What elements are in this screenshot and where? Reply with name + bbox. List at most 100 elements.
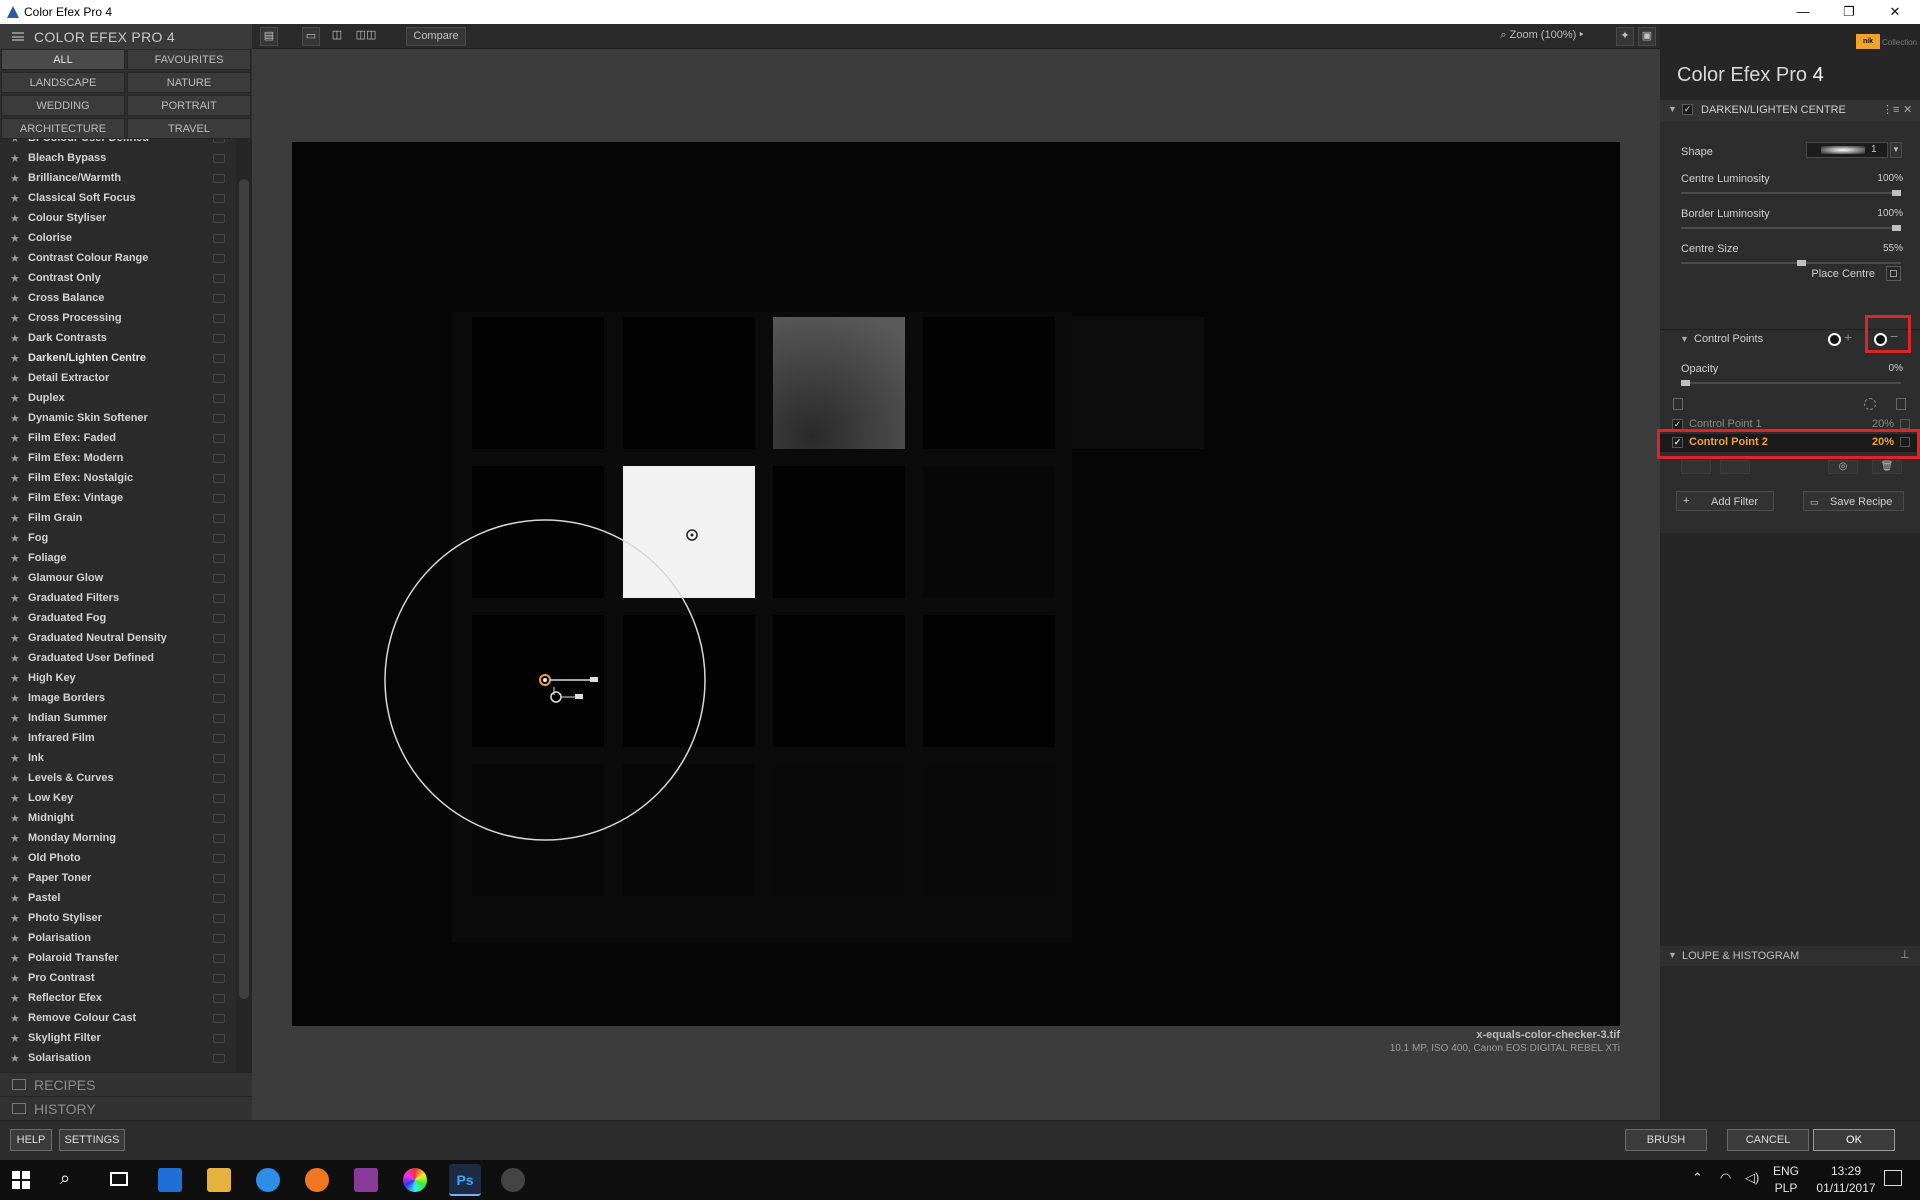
filter-preview-icon[interactable] bbox=[213, 634, 225, 643]
favourite-star-icon[interactable]: ★ bbox=[10, 812, 20, 825]
favourite-star-icon[interactable]: ★ bbox=[10, 372, 20, 385]
collapse-icon[interactable]: ▼ bbox=[1668, 104, 1677, 114]
favourite-star-icon[interactable]: ★ bbox=[10, 992, 20, 1005]
favourite-star-icon[interactable]: ★ bbox=[10, 1012, 20, 1025]
file-explorer-icon[interactable] bbox=[207, 1168, 231, 1192]
filter-item[interactable]: ★ Film Efex: Nostalgic bbox=[0, 469, 236, 489]
save-recipe-button[interactable]: ▭ Save Recipe bbox=[1803, 491, 1904, 511]
filter-preview-icon[interactable] bbox=[213, 1054, 225, 1063]
filter-preview-icon[interactable] bbox=[213, 354, 225, 363]
edge-icon[interactable] bbox=[158, 1168, 182, 1192]
shape-selector[interactable]: 1 bbox=[1806, 142, 1888, 158]
filter-preview-icon[interactable] bbox=[213, 314, 225, 323]
filter-preview-icon[interactable] bbox=[213, 714, 225, 723]
filter-preview-icon[interactable] bbox=[213, 974, 225, 983]
filter-preview-icon[interactable] bbox=[213, 994, 225, 1003]
filter-item[interactable]: ★ Cross Processing bbox=[0, 309, 236, 329]
param-slider[interactable] bbox=[1681, 262, 1901, 264]
filter-preview-icon[interactable] bbox=[213, 554, 225, 563]
filter-item[interactable]: ★ Graduated User Defined bbox=[0, 649, 236, 669]
loupe-histogram-header[interactable]: ▼ LOUPE & HISTOGRAM ⊥ bbox=[1660, 946, 1920, 966]
favourite-star-icon[interactable]: ★ bbox=[10, 632, 20, 645]
filter-item[interactable]: ★ Film Efex: Faded bbox=[0, 429, 236, 449]
filter-item[interactable]: ★ High Key bbox=[0, 669, 236, 689]
filter-preview-icon[interactable] bbox=[213, 139, 225, 143]
filter-item[interactable]: ★ Graduated Filters bbox=[0, 589, 236, 609]
filter-item[interactable]: ★ Graduated Fog bbox=[0, 609, 236, 629]
favourite-star-icon[interactable]: ★ bbox=[10, 472, 20, 485]
menu-icon[interactable] bbox=[12, 32, 24, 41]
filter-item[interactable]: ★ Detail Extractor bbox=[0, 369, 236, 389]
filter-item[interactable]: ★ Ink bbox=[0, 749, 236, 769]
toggle-browser-button[interactable]: ▤ bbox=[260, 27, 278, 46]
filter-item[interactable]: ★ Contrast Only bbox=[0, 269, 236, 289]
favourite-star-icon[interactable]: ★ bbox=[10, 232, 20, 245]
thunderbird-icon[interactable] bbox=[256, 1168, 280, 1192]
image-preview[interactable] bbox=[292, 142, 1620, 1026]
filter-item[interactable]: ★ Pro Contrast bbox=[0, 969, 236, 989]
single-view-icon[interactable]: ▭ bbox=[302, 27, 320, 46]
filter-item[interactable]: ★ Dark Contrasts bbox=[0, 329, 236, 349]
favourite-star-icon[interactable]: ★ bbox=[10, 872, 20, 885]
param-slider[interactable] bbox=[1681, 192, 1901, 194]
filter-preview-icon[interactable] bbox=[213, 374, 225, 383]
filter-item[interactable]: ★ Pastel bbox=[0, 889, 236, 909]
filter-item[interactable]: ★ Brilliance/Warmth bbox=[0, 169, 236, 189]
favourite-star-icon[interactable]: ★ bbox=[10, 152, 20, 165]
opacity-slider-thumb[interactable] bbox=[1681, 380, 1690, 386]
filter-item[interactable]: ★ Dynamic Skin Softener bbox=[0, 409, 236, 429]
favourite-star-icon[interactable]: ★ bbox=[10, 552, 20, 565]
favourite-star-icon[interactable]: ★ bbox=[10, 692, 20, 705]
remove-filter-icon[interactable]: ✕ bbox=[1903, 103, 1912, 116]
filter-item[interactable]: ★ Photo Styliser bbox=[0, 909, 236, 929]
shape-dropdown-icon[interactable]: ▼ bbox=[1890, 142, 1902, 158]
favourite-star-icon[interactable]: ★ bbox=[10, 139, 20, 145]
filter-item[interactable]: ★ Infrared Film bbox=[0, 729, 236, 749]
filter-preview-icon[interactable] bbox=[213, 614, 225, 623]
favourite-star-icon[interactable]: ★ bbox=[10, 312, 20, 325]
favourite-star-icon[interactable]: ★ bbox=[10, 852, 20, 865]
filter-item[interactable]: ★ Paper Toner bbox=[0, 869, 236, 889]
favourite-star-icon[interactable]: ★ bbox=[10, 432, 20, 445]
filter-preview-icon[interactable] bbox=[213, 474, 225, 483]
filter-preview-icon[interactable] bbox=[213, 494, 225, 503]
volume-icon[interactable]: ◁) bbox=[1745, 1170, 1759, 1186]
filter-preview-icon[interactable] bbox=[213, 414, 225, 423]
filter-preview-icon[interactable] bbox=[213, 954, 225, 963]
param-slider-thumb[interactable] bbox=[1797, 260, 1807, 266]
filter-preview-icon[interactable] bbox=[213, 274, 225, 283]
plus-icon[interactable]: + bbox=[1844, 329, 1852, 345]
favourite-star-icon[interactable]: ★ bbox=[10, 772, 20, 785]
filter-preview-icon[interactable] bbox=[213, 434, 225, 443]
filter-menu-icon[interactable]: ⋮≡ bbox=[1882, 103, 1899, 116]
filter-preview-icon[interactable] bbox=[213, 174, 225, 183]
favourite-star-icon[interactable]: ★ bbox=[10, 172, 20, 185]
filter-panel-header[interactable]: ▼ ✓ DARKEN/LIGHTEN CENTRE ⋮≡ ✕ bbox=[1660, 100, 1920, 121]
category-wedding[interactable]: WEDDING bbox=[1, 95, 125, 116]
favourite-star-icon[interactable]: ★ bbox=[10, 732, 20, 745]
filter-item[interactable]: ★ Midnight bbox=[0, 809, 236, 829]
filter-preview-icon[interactable] bbox=[213, 854, 225, 863]
search-icon[interactable]: ⌕ bbox=[60, 1168, 70, 1189]
param-slider-thumb[interactable] bbox=[1892, 225, 1901, 231]
favourite-star-icon[interactable]: ★ bbox=[10, 532, 20, 545]
favourite-star-icon[interactable]: ★ bbox=[10, 252, 20, 265]
favourite-star-icon[interactable]: ★ bbox=[10, 912, 20, 925]
favourite-star-icon[interactable]: ★ bbox=[10, 492, 20, 505]
favourite-star-icon[interactable]: ★ bbox=[10, 212, 20, 225]
favourite-star-icon[interactable]: ★ bbox=[10, 452, 20, 465]
color-efex-icon[interactable] bbox=[501, 1168, 525, 1192]
filter-enable-checkbox[interactable]: ✓ bbox=[1682, 104, 1693, 115]
copy-point-icon[interactable] bbox=[1681, 460, 1711, 474]
filter-preview-icon[interactable] bbox=[213, 654, 225, 663]
favourite-star-icon[interactable]: ★ bbox=[10, 352, 20, 365]
filter-preview-icon[interactable] bbox=[213, 514, 225, 523]
side-by-side-icon[interactable]: ◫◫ bbox=[354, 27, 378, 46]
add-control-point-icon[interactable] bbox=[1828, 333, 1841, 346]
add-filter-button[interactable]: + Add Filter bbox=[1676, 491, 1774, 511]
filter-preview-icon[interactable] bbox=[213, 294, 225, 303]
ok-button[interactable]: OK bbox=[1813, 1129, 1895, 1151]
preview-toggle-icon[interactable]: ▣ bbox=[1638, 27, 1656, 46]
filter-item[interactable]: ★ Indian Summer bbox=[0, 709, 236, 729]
favourite-star-icon[interactable]: ★ bbox=[10, 892, 20, 905]
